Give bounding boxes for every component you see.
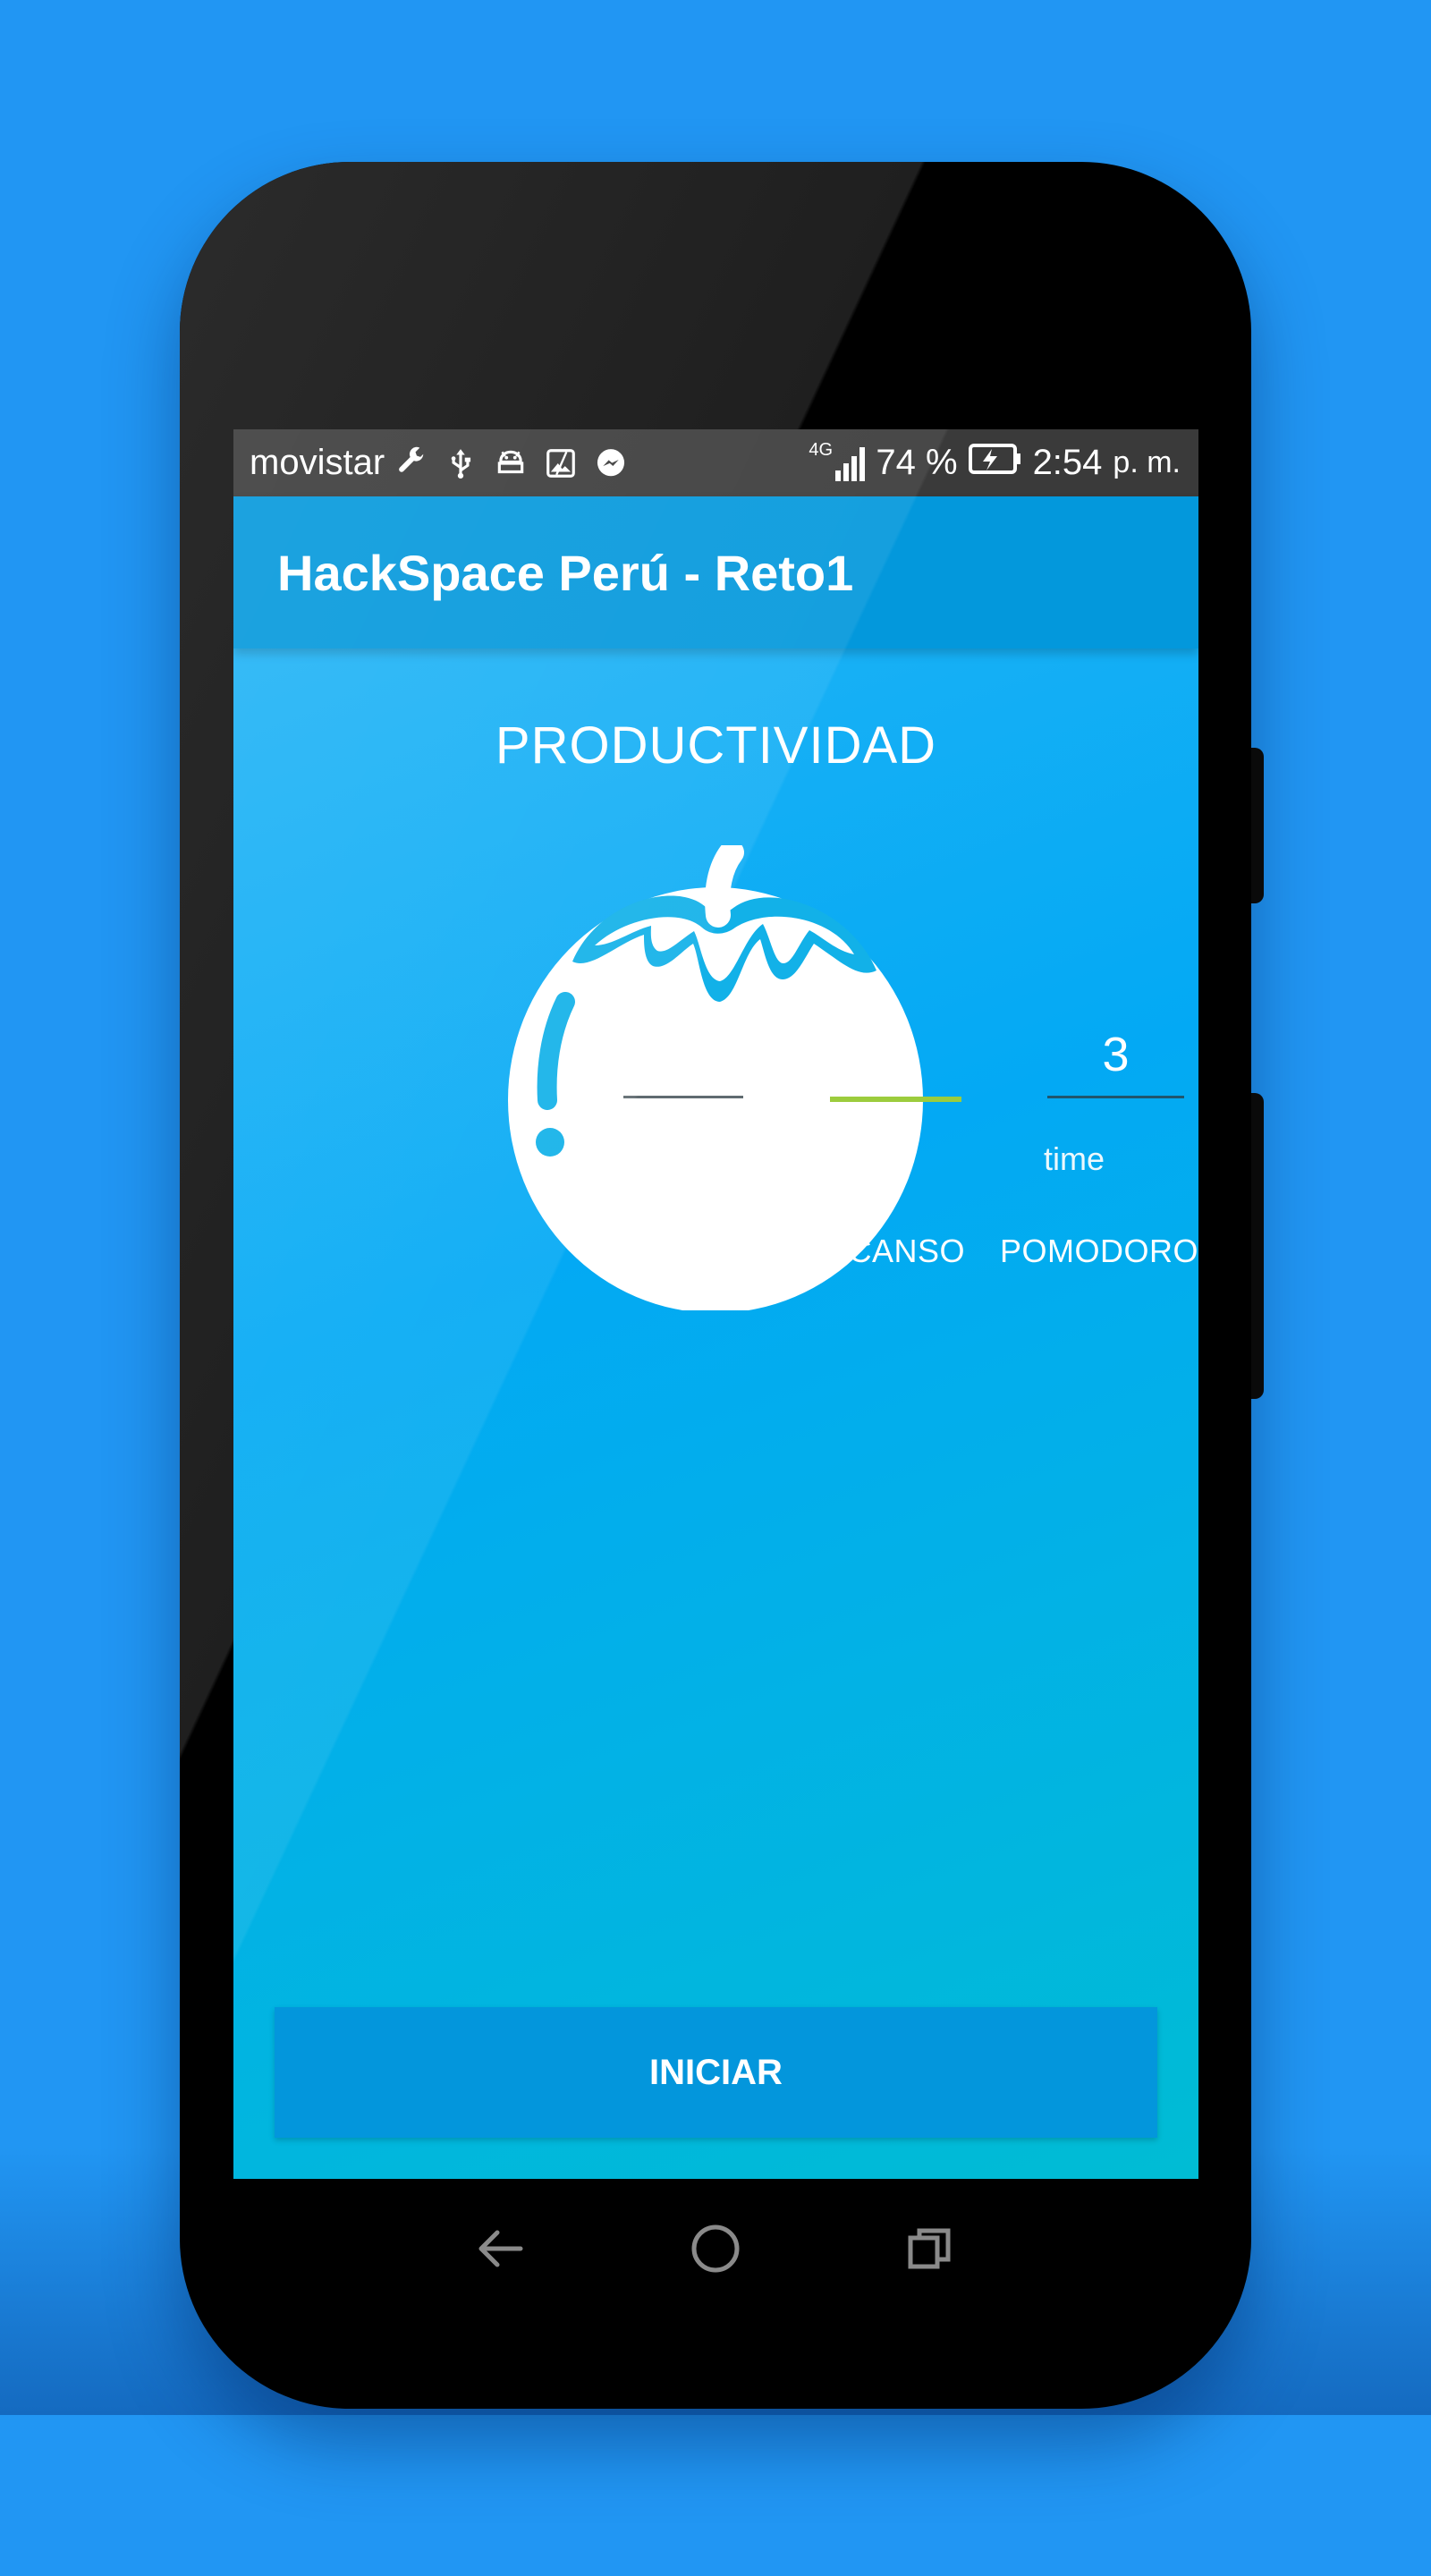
usb-icon [444,446,478,480]
home-icon[interactable] [680,2213,751,2284]
pomodoro-label: POMODORO [1000,1233,1198,1269]
battery-icon [968,442,1022,485]
image-icon [544,446,578,480]
work-minutes-value: 10 [656,1028,711,1081]
phone-frame: movistar 4G 74 % 2:54 p. m. HackSpace Pe… [180,162,1251,2409]
pomodoro-count-value: 3 [1102,1028,1130,1081]
recents-icon[interactable] [894,2213,966,2284]
android-icon [494,446,528,480]
start-button[interactable]: INICIAR [275,2007,1157,2138]
volume-button [1251,748,1264,903]
status-bar: movistar 4G 74 % 2:54 p. m. [233,429,1198,496]
pomodoro-count-input[interactable]: 3 [1047,1027,1184,1098]
notification-icons [394,446,628,480]
break-unit: min [826,1142,879,1179]
break-minutes-input[interactable]: 5 [830,1027,961,1102]
input-underline [1047,1096,1184,1098]
work-minutes-input[interactable]: 10 [623,1027,743,1098]
clock-ampm: p. m. [1113,445,1181,479]
break-label: DESCANSO [781,1233,966,1269]
break-minutes-value: 5 [882,1028,910,1081]
phone-screen: movistar 4G 74 % 2:54 p. m. HackSpace Pe… [233,429,1198,2179]
app-bar: HackSpace Perú - Reto1 [233,496,1198,648]
clock: 2:54 [1032,443,1103,482]
network-type: 4G [809,439,834,460]
input-underline-focused [830,1097,961,1102]
power-button [1251,1093,1264,1399]
work-label: TRABAJO [578,1233,730,1269]
pomodoro-unit: time [1044,1140,1105,1177]
battery-percent: 74 % [876,443,958,482]
app-title: HackSpace Perú - Reto1 [277,544,854,601]
wrench-icon [394,446,428,480]
signal-icon: 4G [809,440,866,481]
messenger-icon [594,446,628,480]
page-title: PRODUCTIVIDAD [495,716,937,775]
input-underline [623,1096,743,1098]
carrier-name: movistar [250,443,385,482]
status-right-group: 4G 74 % 2:54 p. m. [809,440,1181,485]
work-unit: min [623,1140,676,1177]
back-icon[interactable] [465,2213,537,2284]
nav-bar [180,2179,1251,2318]
